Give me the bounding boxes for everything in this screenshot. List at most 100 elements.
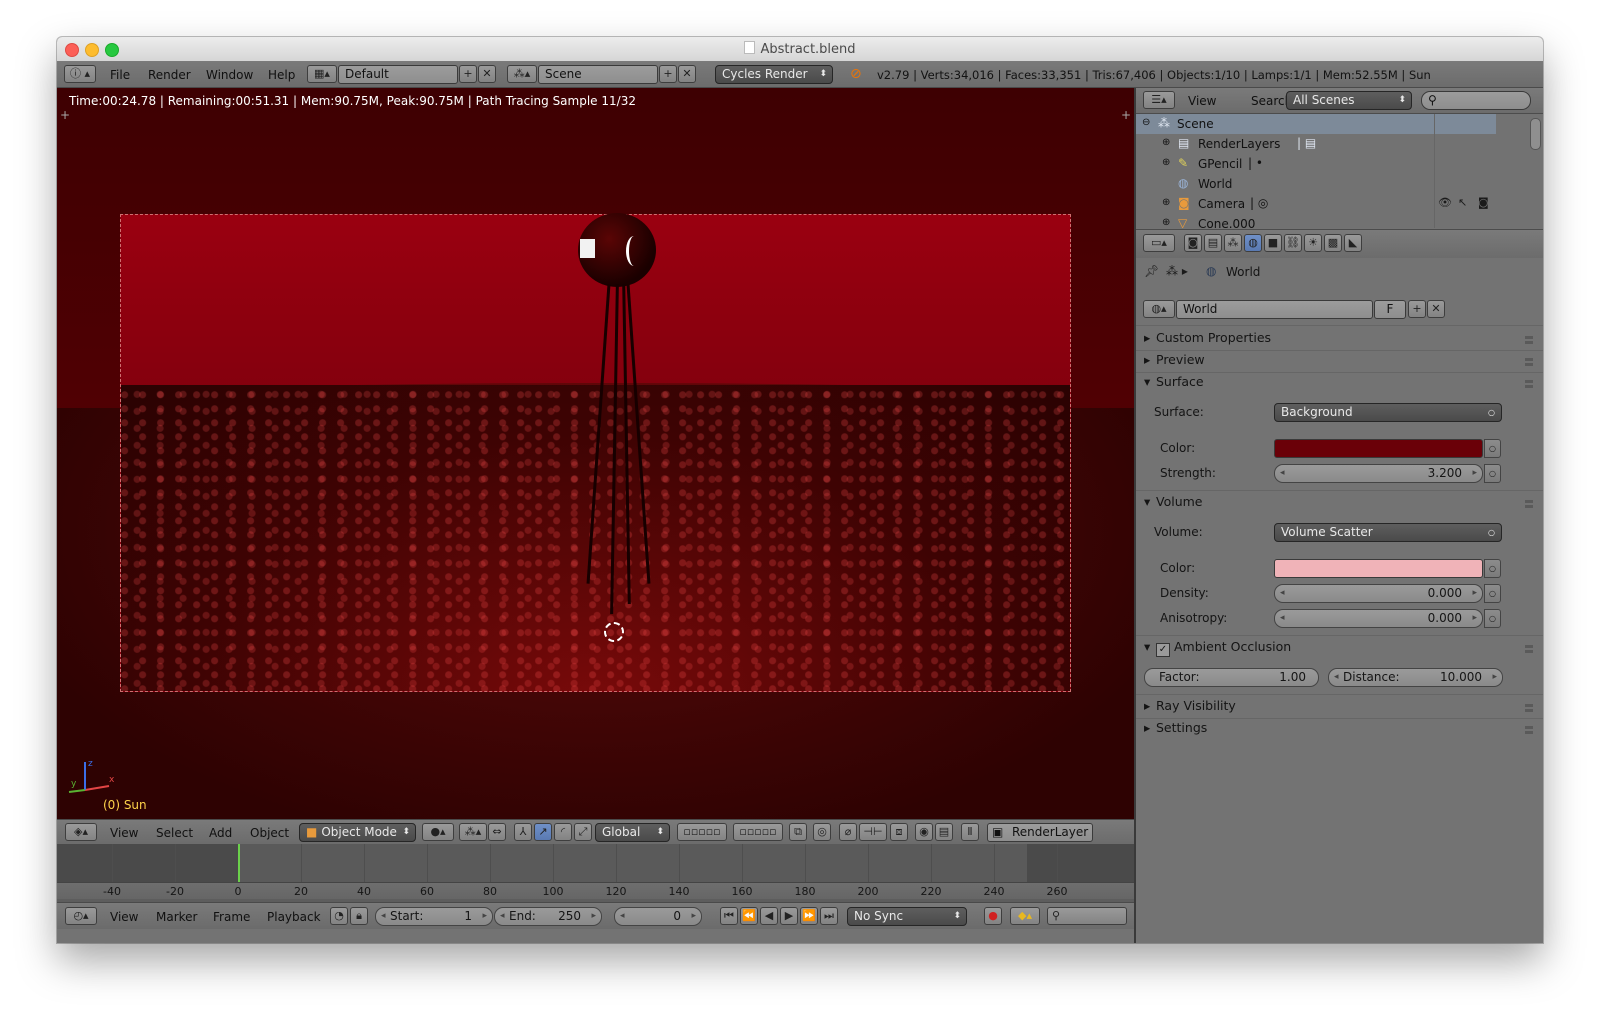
play-reverse-icon[interactable]: ◀ [760, 907, 778, 925]
strength-slider[interactable]: ◂ 3.200 ▸ [1274, 464, 1483, 483]
strength-socket-button[interactable]: ○ [1484, 464, 1501, 483]
selectability-cursor-icon[interactable]: ↖ [1458, 196, 1467, 209]
render-engine-dropdown[interactable]: Cycles Render ⬍ [715, 65, 833, 84]
outliner-item-gpencil[interactable]: ⊕ ✎ GPencil | • [1136, 154, 1496, 174]
drag-handle-icon[interactable]: 〓 [1524, 354, 1534, 369]
add-scene-icon[interactable]: + [659, 65, 677, 83]
keying-set-icon[interactable]: ◆▴ [1010, 907, 1040, 925]
section-settings[interactable]: ▸ Settings 〓 [1144, 720, 1536, 740]
drag-handle-icon[interactable]: 〓 [1524, 376, 1534, 391]
render-layers-tab-icon[interactable]: ▤ [1204, 234, 1222, 252]
jump-keyframe-forward-icon[interactable]: ⏩ [800, 907, 818, 925]
opengl-render-icon[interactable]: ◉ [915, 823, 933, 841]
snap-element-icon[interactable]: ⊣⊢ [859, 823, 887, 841]
outliner-search-field[interactable]: ⚲ [1421, 91, 1531, 110]
pivot-point-icon[interactable]: ⁂▴ [459, 823, 487, 841]
pin-icon[interactable]: 📌︎ [1144, 264, 1159, 278]
jump-end-icon[interactable]: ⏭ [820, 907, 838, 925]
outliner-item-world[interactable]: ◍ World [1136, 174, 1496, 194]
renderability-camera-icon[interactable]: ◙ [1478, 196, 1489, 209]
editor-type-info-icon[interactable]: ⓘ ▴ [64, 65, 96, 83]
density-slider[interactable]: ◂ 0.000 ▸ [1274, 584, 1483, 603]
section-custom-properties[interactable]: ▸ Custom Properties 〓 [1144, 330, 1536, 350]
scene-selector-icon[interactable]: ⁂▴ [507, 65, 537, 83]
ao-enable-checkbox[interactable]: ✓ [1156, 643, 1170, 657]
snap-target-icon[interactable]: ⧈ [890, 823, 908, 841]
auto-keying-record-icon[interactable]: ● [984, 907, 1002, 925]
outliner-item-cone[interactable]: ⊕ ▽ Cone.000 [1136, 214, 1496, 228]
editor-type-outliner-icon[interactable]: ☰▴ [1143, 91, 1175, 109]
menu-view[interactable]: View [110, 826, 138, 840]
editor-type-timeline-icon[interactable]: ◴▴ [65, 907, 97, 925]
3d-viewport[interactable]: Time:00:24.78 | Remaining:00:51.31 | Mem… [57, 88, 1134, 819]
section-surface[interactable]: ▾ Surface 〓 [1144, 374, 1536, 394]
viewport-corner-handle[interactable]: + [60, 108, 70, 122]
menu-render[interactable]: Render [148, 68, 191, 82]
scale-manipulator-icon[interactable]: ⤢ [574, 823, 592, 841]
editor-type-3d-icon[interactable]: ◈▴ [65, 823, 97, 841]
drag-handle-icon[interactable]: 〓 [1524, 722, 1534, 737]
transform-manipulator-icon[interactable]: ⅄ [514, 823, 532, 841]
active-keying-set-field[interactable]: ⚲ [1047, 907, 1127, 925]
timeline-editor[interactable]: -40 -20 0 20 40 60 80 100 120 140 160 180 200 220 240 2… [57, 844, 1134, 902]
volume-shader-dropdown[interactable]: Volume Scatter ○ [1274, 523, 1502, 542]
world-browse-icon[interactable]: ◍▴ [1143, 300, 1175, 318]
sync-mode-dropdown[interactable]: No Sync ⬍ [847, 907, 967, 926]
outliner-display-mode-dropdown[interactable]: All Scenes ⬍ [1286, 91, 1412, 110]
layer-buttons-b[interactable]: ▫▫▫▫▫ [733, 823, 783, 841]
surface-color-swatch[interactable] [1274, 439, 1483, 458]
world-name-field[interactable]: World [1176, 300, 1373, 319]
color-socket-button[interactable]: ○ [1484, 439, 1501, 458]
menu-window[interactable]: Window [206, 68, 253, 82]
manipulator-toggle-icon[interactable]: ⇔ [488, 823, 506, 841]
fake-user-button[interactable]: F [1374, 300, 1406, 319]
expand-icon[interactable]: ⊕ [1162, 197, 1170, 208]
density-socket-button[interactable]: ○ [1484, 584, 1501, 603]
3d-cursor-icon[interactable] [604, 622, 624, 642]
translate-manipulator-icon[interactable]: ↗ [534, 823, 552, 841]
lock-layers-icon[interactable]: ⧉ [789, 823, 807, 841]
menu-object[interactable]: Object [250, 826, 289, 840]
play-icon[interactable]: ▶ [780, 907, 798, 925]
menu-file[interactable]: File [110, 68, 130, 82]
ao-factor-field[interactable]: Factor: 1.00 [1144, 668, 1319, 687]
render-tab-icon[interactable]: ◙ [1184, 234, 1202, 252]
object-tab-icon[interactable]: ■ [1264, 234, 1282, 252]
scene-field[interactable]: Scene [538, 65, 658, 84]
viewport-corner-handle[interactable]: + [1121, 108, 1131, 122]
transform-orientation-dropdown[interactable]: Global ⬍ [595, 823, 670, 842]
opengl-animation-icon[interactable]: ▤ [935, 823, 953, 841]
texture-tab-icon[interactable]: ▩ [1324, 234, 1342, 252]
section-ray-visibility[interactable]: ▸ Ray Visibility 〓 [1144, 698, 1536, 718]
editor-type-properties-icon[interactable]: ▭▴ [1143, 234, 1175, 252]
proportional-edit-icon[interactable]: ◎ [813, 823, 831, 841]
render-layer-field[interactable]: ▣ RenderLayer [987, 823, 1093, 842]
menu-playback[interactable]: Playback [267, 910, 321, 924]
pause-render-icon[interactable]: Ⅱ [961, 823, 979, 841]
drag-handle-icon[interactable]: 〓 [1524, 641, 1534, 656]
physics-tab-icon[interactable]: ◣ [1344, 234, 1362, 252]
expand-icon[interactable]: ⊕ [1162, 157, 1170, 168]
outliner-item-scene[interactable]: ⊖ ⁂ Scene [1136, 114, 1496, 134]
world-tab-icon[interactable]: ◍ [1244, 234, 1262, 252]
jump-keyframe-back-icon[interactable]: ⏪ [740, 907, 758, 925]
object-mode-dropdown[interactable]: ■ Object Mode ⬍ [299, 823, 416, 842]
section-preview[interactable]: ▸ Preview 〓 [1144, 352, 1536, 372]
viewport-shading-icon[interactable]: ●▴ [422, 823, 454, 841]
anisotropy-socket-button[interactable]: ○ [1484, 609, 1501, 628]
anisotropy-slider[interactable]: ◂ 0.000 ▸ [1274, 609, 1483, 628]
outliner-item-renderlayers[interactable]: ⊕ ▤ RenderLayers | ▤ [1136, 134, 1496, 154]
rotate-manipulator-icon[interactable]: ◜ [554, 823, 572, 841]
menu-add[interactable]: Add [209, 826, 232, 840]
current-frame-cursor[interactable] [238, 844, 240, 882]
menu-help[interactable]: Help [268, 68, 295, 82]
drag-handle-icon[interactable]: 〓 [1524, 700, 1534, 715]
menu-timeline-view[interactable]: View [110, 910, 138, 924]
add-layout-icon[interactable]: + [459, 65, 477, 83]
constraints-tab-icon[interactable]: ⛓ [1284, 234, 1302, 252]
drag-handle-icon[interactable]: 〓 [1524, 496, 1534, 511]
lock-range-icon[interactable]: 🔒︎ [350, 907, 368, 925]
start-frame-field[interactable]: ◂ Start: 1 ▸ [375, 907, 493, 926]
preview-range-icon[interactable]: ◔ [330, 907, 348, 925]
expand-icon[interactable]: ⊕ [1162, 217, 1170, 228]
